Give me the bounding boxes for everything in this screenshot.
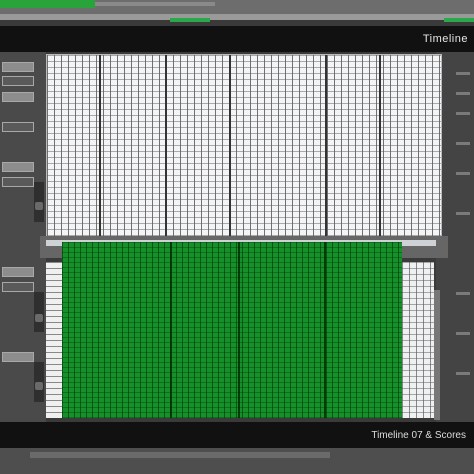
status-text: Timeline 07 & Scores xyxy=(371,430,466,441)
upper-grid-track[interactable] xyxy=(46,54,442,238)
panel-row[interactable] xyxy=(456,212,470,215)
lower-grid-left-margin[interactable] xyxy=(46,262,62,418)
panel-row[interactable] xyxy=(456,292,470,295)
toolbar-separator xyxy=(0,14,474,20)
window-title: Timeline xyxy=(422,33,468,45)
selected-region[interactable] xyxy=(62,242,402,418)
panel-row[interactable] xyxy=(456,92,470,95)
panel-row[interactable] xyxy=(456,172,470,175)
grid-line xyxy=(238,242,240,418)
toolbar-highlight-right xyxy=(444,18,474,22)
panel-button[interactable] xyxy=(2,162,34,172)
panel-button[interactable] xyxy=(2,282,34,292)
toolbar-highlight xyxy=(170,18,210,22)
window-title-bar xyxy=(0,26,474,52)
panel-button[interactable] xyxy=(2,267,34,277)
panel-row[interactable] xyxy=(456,332,470,335)
panel-button[interactable] xyxy=(2,62,34,72)
panel-scroll-track[interactable] xyxy=(34,292,44,332)
grid-line xyxy=(325,55,327,237)
footer-scrollbar[interactable] xyxy=(30,452,330,458)
panel-button[interactable] xyxy=(2,122,34,132)
panel-row[interactable] xyxy=(456,112,470,115)
panel-row[interactable] xyxy=(456,72,470,75)
grid-line xyxy=(229,55,231,237)
panel-button[interactable] xyxy=(2,177,34,187)
grid-line xyxy=(379,55,381,237)
panel-button[interactable] xyxy=(2,92,34,102)
grid-line xyxy=(99,55,101,237)
panel-button[interactable] xyxy=(2,76,34,86)
panel-button[interactable] xyxy=(2,352,34,362)
panel-row[interactable] xyxy=(456,372,470,375)
scroll-knob[interactable] xyxy=(35,314,43,322)
scroll-knob[interactable] xyxy=(35,202,43,210)
grid-line xyxy=(165,55,167,237)
grid-line xyxy=(324,242,326,418)
lower-grid-right-margin[interactable] xyxy=(402,262,434,418)
tab-strip[interactable] xyxy=(95,2,215,6)
grid-line xyxy=(170,242,172,418)
scroll-knob[interactable] xyxy=(35,382,43,390)
vertical-scrollbar[interactable] xyxy=(434,290,440,420)
panel-row[interactable] xyxy=(456,142,470,145)
active-tab-indicator[interactable] xyxy=(0,0,95,8)
